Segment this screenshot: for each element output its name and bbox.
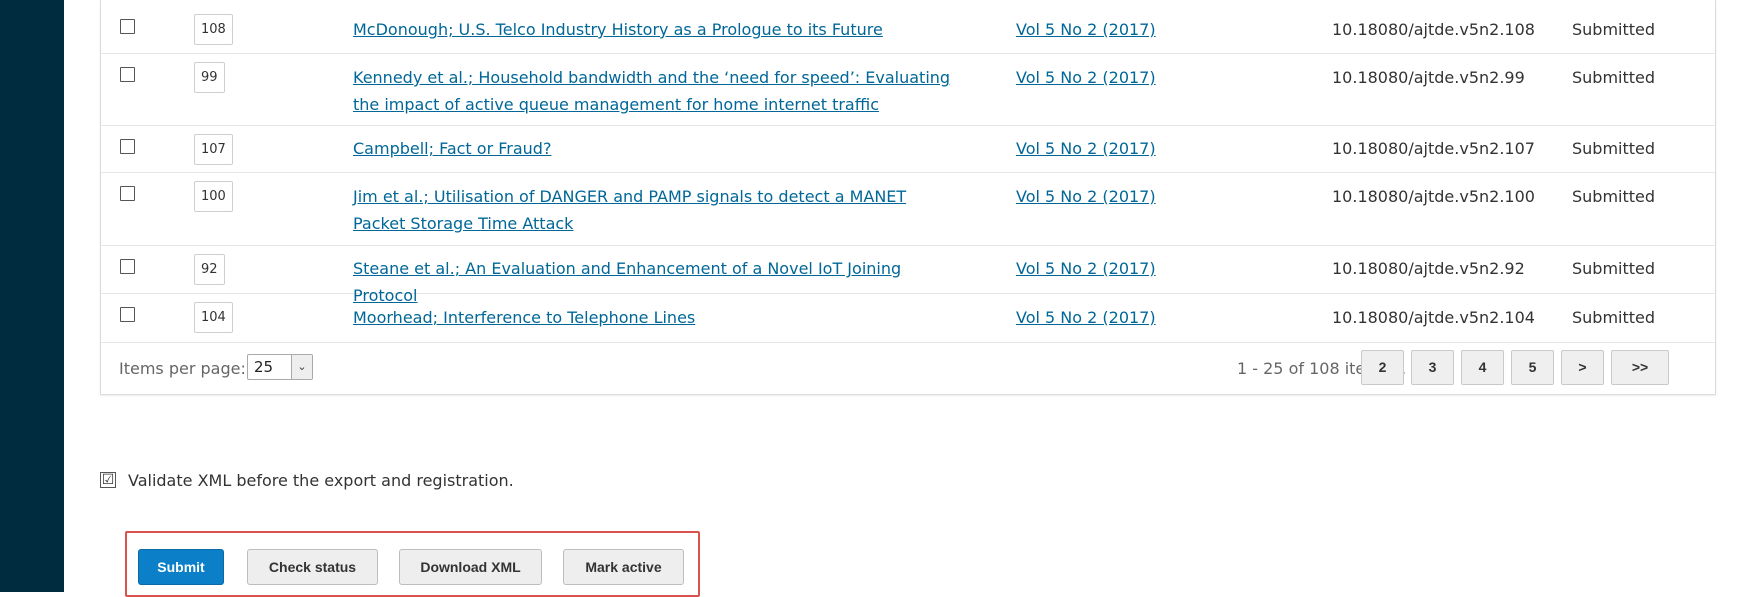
page-4-button[interactable]: 4 xyxy=(1461,350,1504,385)
mark-active-button[interactable]: Mark active xyxy=(563,549,684,585)
page-5-button[interactable]: 5 xyxy=(1511,350,1554,385)
article-id-badge: 100 xyxy=(194,181,233,212)
doi-text: 10.18080/ajtde.v5n2.92 xyxy=(1332,259,1525,278)
last-page-button[interactable]: >> xyxy=(1611,350,1669,385)
row-checkbox[interactable] xyxy=(120,307,135,322)
article-title-link[interactable]: Moorhead; Interference to Telephone Line… xyxy=(353,304,953,331)
issue-link[interactable]: Vol 5 No 2 (2017) xyxy=(1016,135,1156,162)
doi-text: 10.18080/ajtde.v5n2.99 xyxy=(1332,68,1525,87)
table-row: 92 Steane et al.; An Evaluation and Enha… xyxy=(101,246,1715,305)
article-title-link[interactable]: Jim et al.; Utilisation of DANGER and PA… xyxy=(353,183,953,237)
page-3-button[interactable]: 3 xyxy=(1411,350,1454,385)
status-text: Submitted xyxy=(1572,308,1656,327)
chevron-down-icon: ⌄ xyxy=(291,355,312,379)
status-text: Submitted xyxy=(1572,68,1656,87)
validate-xml-label: Validate XML before the export and regis… xyxy=(128,471,514,490)
doi-text: 10.18080/ajtde.v5n2.107 xyxy=(1332,139,1535,158)
items-per-page-value: 25 xyxy=(254,358,274,376)
issue-link[interactable]: Vol 5 No 2 (2017) xyxy=(1016,183,1156,210)
article-id-badge: 107 xyxy=(194,134,233,165)
issue-link[interactable]: Vol 5 No 2 (2017) xyxy=(1016,304,1156,331)
items-per-page-select[interactable]: 25 ⌄ xyxy=(247,354,313,380)
doi-text: 10.18080/ajtde.v5n2.108 xyxy=(1332,20,1535,39)
issue-link[interactable]: Vol 5 No 2 (2017) xyxy=(1016,64,1156,91)
article-id-badge: 99 xyxy=(194,62,225,93)
action-buttons-group: Submit Check status Download XML Mark ac… xyxy=(125,531,700,597)
pagination-bar: Items per page: 25 ⌄ 1 - 25 of 108 items… xyxy=(101,345,1715,393)
download-xml-button[interactable]: Download XML xyxy=(399,549,542,585)
issue-link[interactable]: Vol 5 No 2 (2017) xyxy=(1016,255,1156,282)
next-page-button[interactable]: > xyxy=(1561,350,1604,385)
table-row: 100 Jim et al.; Utilisation of DANGER an… xyxy=(101,173,1715,246)
article-id-badge: 92 xyxy=(194,254,225,285)
doi-text: 10.18080/ajtde.v5n2.100 xyxy=(1332,187,1535,206)
row-checkbox[interactable] xyxy=(120,186,135,201)
row-checkbox[interactable] xyxy=(120,259,135,274)
table-row: 104 Moorhead; Interference to Telephone … xyxy=(101,294,1715,343)
articles-table: 108 McDonough; U.S. Telco Industry Histo… xyxy=(101,0,1715,343)
article-id-badge: 104 xyxy=(194,302,233,333)
status-text: Submitted xyxy=(1572,139,1656,158)
table-row: 107 Campbell; Fact or Fraud? Vol 5 No 2 … xyxy=(101,126,1715,173)
issue-link[interactable]: Vol 5 No 2 (2017) xyxy=(1016,16,1156,43)
table-row: 99 Kennedy et al.; Household bandwidth a… xyxy=(101,54,1715,126)
export-table-panel: 108 McDonough; U.S. Telco Industry Histo… xyxy=(100,0,1716,395)
page-2-button[interactable]: 2 xyxy=(1361,350,1404,385)
article-title-link[interactable]: McDonough; U.S. Telco Industry History a… xyxy=(353,16,953,43)
article-title-link[interactable]: Campbell; Fact or Fraud? xyxy=(353,135,953,162)
status-text: Submitted xyxy=(1572,187,1656,206)
doi-text: 10.18080/ajtde.v5n2.104 xyxy=(1332,308,1535,327)
status-text: Submitted xyxy=(1572,259,1656,278)
validate-xml-checkbox[interactable]: ☑ xyxy=(100,472,116,488)
article-title-link[interactable]: Kennedy et al.; Household bandwidth and … xyxy=(353,64,953,118)
left-sidebar xyxy=(0,0,64,592)
status-text: Submitted xyxy=(1572,20,1656,39)
article-id-badge: 108 xyxy=(194,14,233,45)
row-checkbox[interactable] xyxy=(120,139,135,154)
row-checkbox[interactable] xyxy=(120,19,135,34)
check-status-button[interactable]: Check status xyxy=(247,549,378,585)
row-checkbox[interactable] xyxy=(120,67,135,82)
submit-button[interactable]: Submit xyxy=(138,549,224,585)
items-per-page-label: Items per page: xyxy=(119,359,246,378)
table-row: 108 McDonough; U.S. Telco Industry Histo… xyxy=(101,0,1715,54)
